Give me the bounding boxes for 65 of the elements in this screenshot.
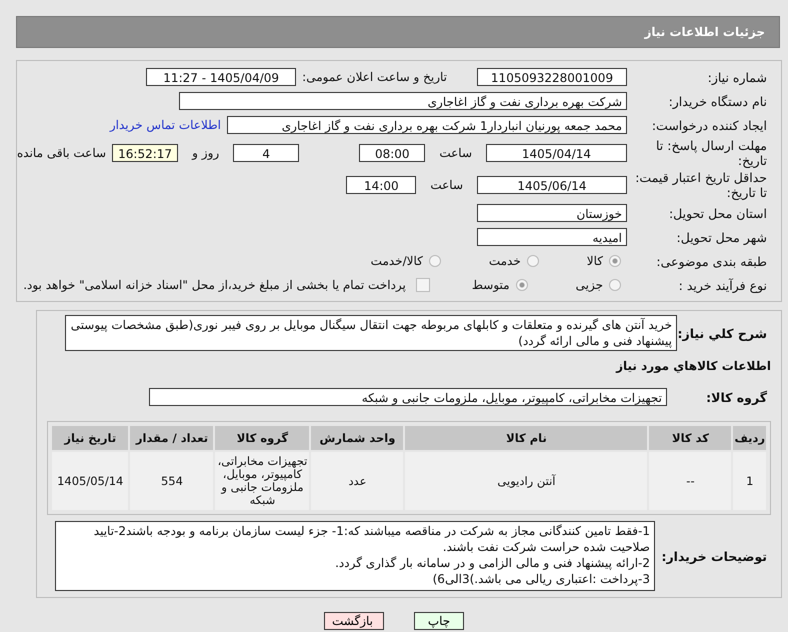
column-header: واحد شمارش	[311, 426, 404, 450]
city-field: امیدیه	[477, 228, 627, 246]
table-cell: تجهیزات مخابراتی، کامپیوتر، موبایل، ملزومات جانبی و شبکه	[215, 452, 310, 510]
radio-button[interactable]	[609, 279, 621, 291]
goods-group-field: تجهیزات مخابراتی، کامپیوتر، موبایل، ملزومات جانبی و شبکه	[149, 388, 667, 406]
radio-button[interactable]	[609, 255, 621, 267]
time-label: ساعت	[439, 146, 472, 160]
table-cell: --	[649, 452, 732, 510]
deadline-time-field: 08:00	[359, 144, 426, 162]
note-line: 3-پرداخت :اعتباری ریالی می باشد.)3الی6)	[432, 571, 650, 587]
field-label: استان محل تحویل:	[668, 206, 767, 220]
radio-label: کالا/خدمت	[370, 254, 423, 268]
column-header: تاریخ نیاز	[52, 426, 128, 450]
print-button[interactable]: چاپ	[414, 612, 464, 630]
field-label: شرح کلي نیاز:	[677, 326, 767, 340]
field-label: طبقه بندی موضوعی:	[655, 254, 767, 268]
time-label: ساعت	[430, 178, 463, 192]
radio-button[interactable]	[428, 255, 441, 267]
checkbox-label: پرداخت تمام یا بخشی از مبلغ خرید،از محل "اسناد خزانه اسلامی" خواهد بود.	[23, 278, 406, 292]
page-title: جزئیات اطلاعات نیاز	[644, 25, 765, 39]
field-label: شماره نیاز:	[706, 70, 767, 84]
buyer-contact-link[interactable]: اطلاعات تماس خریدار	[110, 118, 221, 132]
column-header: نام کالا	[405, 426, 648, 450]
radio-button[interactable]	[526, 255, 539, 267]
validity-date-field: 1405/06/14	[477, 176, 627, 194]
province-field: خوزستان	[477, 204, 627, 222]
table-cell: 1405/05/14	[52, 452, 128, 510]
field-label: مهلت ارسال پاسخ: تا تاریخ:	[655, 138, 767, 168]
column-header: گروه کالا	[215, 426, 310, 450]
column-header: ردیف	[733, 426, 766, 450]
table-cell: 554	[130, 452, 214, 510]
table-cell: عدد	[311, 452, 404, 510]
field-label: حداقل تاریخ اعتبار قیمت: تا تاریخ:	[634, 170, 767, 200]
announce-date-field: 1405/04/09 - 11:27	[146, 68, 296, 86]
need-number-field: 1105093228001009	[477, 68, 627, 86]
radio-label: جزیی	[576, 278, 603, 292]
table-cell: آنتن رادیویی	[405, 452, 648, 510]
radio-label: خدمت	[488, 254, 521, 268]
field-label: توضیحات خریدار:	[660, 548, 767, 564]
field-label: شهر محل تحویل:	[676, 230, 767, 244]
note-line: 2-ارائه پیشنهاد فنی و مالی الزامی و در سامانه بار گذاری گردد.	[334, 555, 650, 571]
field-label: نام دستگاه خریدار:	[668, 94, 767, 108]
buyer-org-field: شرکت بهره برداری نفت و گاز اغاجاری	[179, 92, 627, 110]
validity-time-field: 14:00	[346, 176, 416, 194]
field-label: تاریخ و ساعت اعلان عمومی:	[302, 70, 447, 84]
field-label: نوع فرآیند خرید :	[678, 278, 767, 292]
remaining-label: ساعت باقی مانده	[17, 146, 106, 160]
column-header: تعداد / مقدار	[130, 426, 214, 450]
section-title: اطلاعات کالاهاي مورد نیاز	[614, 359, 772, 373]
radio-label: متوسط	[472, 278, 510, 292]
days-label: روز و	[192, 146, 220, 160]
remaining-time-field: 16:52:17	[112, 144, 178, 162]
description-text-area: خرید آنتن های گیرنده و متعلقات و کابلهای مربوطه جهت انتقال سیگنال موبایل بر روی فیبر نوری(طبق مشخصات پیوستی پیشنهاد فنی و مالی ارائه گردد)	[65, 315, 677, 351]
back-button[interactable]: بازگشت	[324, 612, 384, 630]
table-cell: 1	[733, 452, 766, 510]
creator-field: محمد جمعه پورنیان انباردار1 شرکت بهره برداری نفت و گاز اغاجاری	[227, 116, 627, 134]
radio-label: کالا	[586, 254, 603, 268]
column-header: کد کالا	[649, 426, 732, 450]
field-label: ایجاد کننده درخواست:	[650, 118, 767, 132]
radio-button[interactable]	[516, 279, 528, 291]
note-line: 1-فقط تامین کنندگانی مجاز به شرکت در مناقصه میباشند که:1- جزء لیست سازمان برنامه و بودجه باشند2-تایید صلاحیت شده حراست شرکت نفت باشند.	[92, 523, 650, 555]
checkbox[interactable]	[416, 278, 430, 292]
field-label: گروه کالا:	[705, 390, 767, 404]
days-field: 4	[233, 144, 300, 162]
deadline-date-field: 1405/04/14	[486, 144, 627, 162]
